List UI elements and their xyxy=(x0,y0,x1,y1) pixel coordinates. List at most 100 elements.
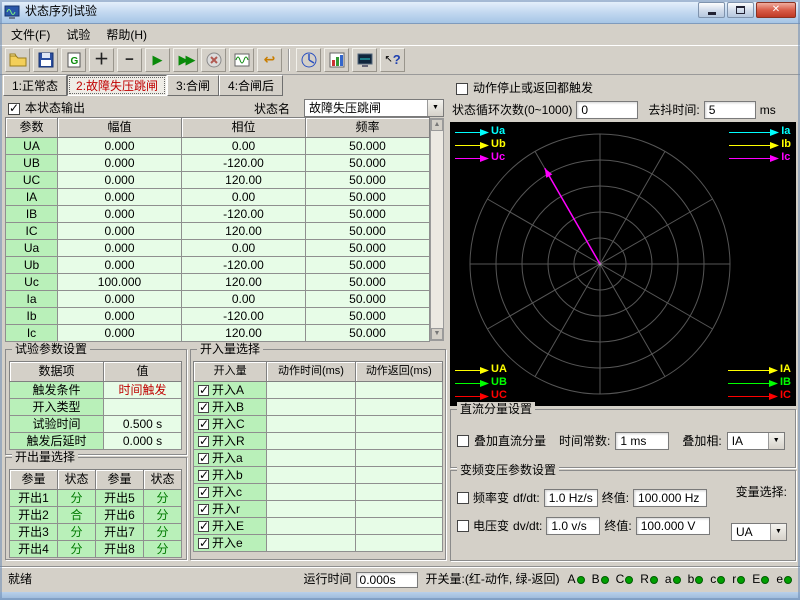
amplitude-cell[interactable]: 100.000 xyxy=(58,274,182,291)
frequency-cell[interactable]: 50.000 xyxy=(306,274,430,291)
debounce-input[interactable]: 5 xyxy=(704,101,756,119)
waveform-button[interactable] xyxy=(229,48,254,72)
chevron-down-icon[interactable] xyxy=(768,433,784,449)
tab-state-2[interactable]: 2:故障失压跳闸 xyxy=(67,75,167,96)
input-checkbox[interactable] xyxy=(198,470,209,481)
input-checkbox[interactable] xyxy=(198,487,209,498)
output-state-cell[interactable]: 分 xyxy=(144,507,182,524)
action-time-cell[interactable] xyxy=(267,467,355,484)
dc-tc-input[interactable]: 1 ms xyxy=(615,432,669,450)
test-param-value-cell[interactable]: 0.000 s xyxy=(104,433,182,450)
amplitude-cell[interactable]: 0.000 xyxy=(58,206,182,223)
output-state-cell[interactable]: 分 xyxy=(144,541,182,558)
menu-test[interactable]: 试验 xyxy=(58,26,98,45)
amplitude-cell[interactable]: 0.000 xyxy=(58,138,182,155)
frequency-cell[interactable]: 50.000 xyxy=(306,172,430,189)
action-time-cell[interactable] xyxy=(267,433,355,450)
return-time-cell[interactable] xyxy=(355,484,442,501)
dc-checkbox[interactable] xyxy=(457,435,469,447)
test-param-value-cell[interactable]: 时间触发 xyxy=(104,382,182,399)
action-time-cell[interactable] xyxy=(267,518,355,535)
menu-file[interactable]: 文件(F) xyxy=(3,26,58,45)
close-button[interactable] xyxy=(756,2,796,18)
phase-cell[interactable]: 0.00 xyxy=(182,291,306,308)
frequency-cell[interactable]: 50.000 xyxy=(306,291,430,308)
output-state-cell[interactable]: 合 xyxy=(58,507,96,524)
volt-change-checkbox[interactable] xyxy=(457,520,469,532)
phase-cell[interactable]: 0.00 xyxy=(182,138,306,155)
return-time-cell[interactable] xyxy=(355,416,442,433)
frequency-cell[interactable]: 50.000 xyxy=(306,257,430,274)
freq-change-checkbox[interactable] xyxy=(457,492,469,504)
undo-button[interactable]: ↩ xyxy=(257,48,282,72)
frequency-cell[interactable]: 50.000 xyxy=(306,308,430,325)
run-button[interactable]: ▶ xyxy=(145,48,170,72)
amplitude-cell[interactable]: 0.000 xyxy=(58,325,182,342)
phasor-button[interactable] xyxy=(296,48,321,72)
phase-cell[interactable]: 0.00 xyxy=(182,189,306,206)
input-checkbox[interactable] xyxy=(198,385,209,396)
output-state-cell[interactable]: 分 xyxy=(144,524,182,541)
frequency-cell[interactable]: 50.000 xyxy=(306,240,430,257)
phase-cell[interactable]: -120.00 xyxy=(182,155,306,172)
help-button[interactable]: ↖? xyxy=(380,48,405,72)
amplitude-cell[interactable]: 0.000 xyxy=(58,189,182,206)
stop-button[interactable] xyxy=(201,48,226,72)
return-time-cell[interactable] xyxy=(355,501,442,518)
amplitude-cell[interactable]: 0.000 xyxy=(58,155,182,172)
phase-cell[interactable]: -120.00 xyxy=(182,206,306,223)
add-state-button[interactable]: ＋ xyxy=(89,48,114,72)
titlebar[interactable]: 状态序列试验 xyxy=(0,0,800,24)
frequency-cell[interactable]: 50.000 xyxy=(306,155,430,172)
phase-cell[interactable]: 120.00 xyxy=(182,325,306,342)
amplitude-cell[interactable]: 0.000 xyxy=(58,240,182,257)
frequency-cell[interactable]: 50.000 xyxy=(306,223,430,240)
maximize-button[interactable] xyxy=(727,2,754,18)
minimize-button[interactable] xyxy=(698,2,725,18)
dvdt-input[interactable]: 1.0 v/s xyxy=(546,517,600,535)
test-param-value-cell[interactable] xyxy=(104,399,182,416)
action-time-cell[interactable] xyxy=(267,450,355,467)
variable-select[interactable]: UA xyxy=(731,523,787,541)
param-table-scrollbar[interactable]: ▲ ▼ xyxy=(430,118,444,341)
frequency-cell[interactable]: 50.000 xyxy=(306,189,430,206)
open-button[interactable] xyxy=(5,48,30,72)
phase-cell[interactable]: 120.00 xyxy=(182,172,306,189)
amplitude-cell[interactable]: 0.000 xyxy=(58,172,182,189)
input-checkbox[interactable] xyxy=(198,453,209,464)
chevron-down-icon[interactable] xyxy=(770,524,786,540)
state-name-select[interactable]: 故障失压跳闸 xyxy=(304,99,444,117)
return-time-cell[interactable] xyxy=(355,450,442,467)
amplitude-cell[interactable]: 0.000 xyxy=(58,223,182,240)
action-time-cell[interactable] xyxy=(267,501,355,518)
action-time-cell[interactable] xyxy=(267,382,355,399)
return-time-cell[interactable] xyxy=(355,382,442,399)
amplitude-cell[interactable]: 0.000 xyxy=(58,257,182,274)
phase-cell[interactable]: 0.00 xyxy=(182,240,306,257)
export-button[interactable]: G xyxy=(61,48,86,72)
scroll-up-icon[interactable]: ▲ xyxy=(431,119,443,131)
amplitude-cell[interactable]: 0.000 xyxy=(58,308,182,325)
return-time-cell[interactable] xyxy=(355,433,442,450)
save-button[interactable] xyxy=(33,48,58,72)
return-time-cell[interactable] xyxy=(355,518,442,535)
input-checkbox[interactable] xyxy=(198,402,209,413)
action-time-cell[interactable] xyxy=(267,535,355,552)
input-checkbox[interactable] xyxy=(198,521,209,532)
input-checkbox[interactable] xyxy=(198,538,209,549)
output-state-cell[interactable]: 分 xyxy=(58,490,96,507)
output-state-cell[interactable]: 分 xyxy=(144,490,182,507)
output-state-cell[interactable]: 分 xyxy=(58,524,96,541)
return-time-cell[interactable] xyxy=(355,467,442,484)
input-checkbox[interactable] xyxy=(198,436,209,447)
menu-help[interactable]: 帮助(H) xyxy=(98,26,155,45)
loop-count-input[interactable]: 0 xyxy=(576,101,638,119)
amplitude-cell[interactable]: 0.000 xyxy=(58,291,182,308)
output-state-cell[interactable]: 分 xyxy=(58,541,96,558)
frequency-cell[interactable]: 50.000 xyxy=(306,325,430,342)
dfdt-input[interactable]: 1.0 Hz/s xyxy=(544,489,598,507)
action-time-cell[interactable] xyxy=(267,484,355,501)
tab-state-3[interactable]: 3:合闸 xyxy=(167,75,219,96)
trigger-checkbox[interactable] xyxy=(456,83,468,95)
phase-cell[interactable]: 120.00 xyxy=(182,223,306,240)
